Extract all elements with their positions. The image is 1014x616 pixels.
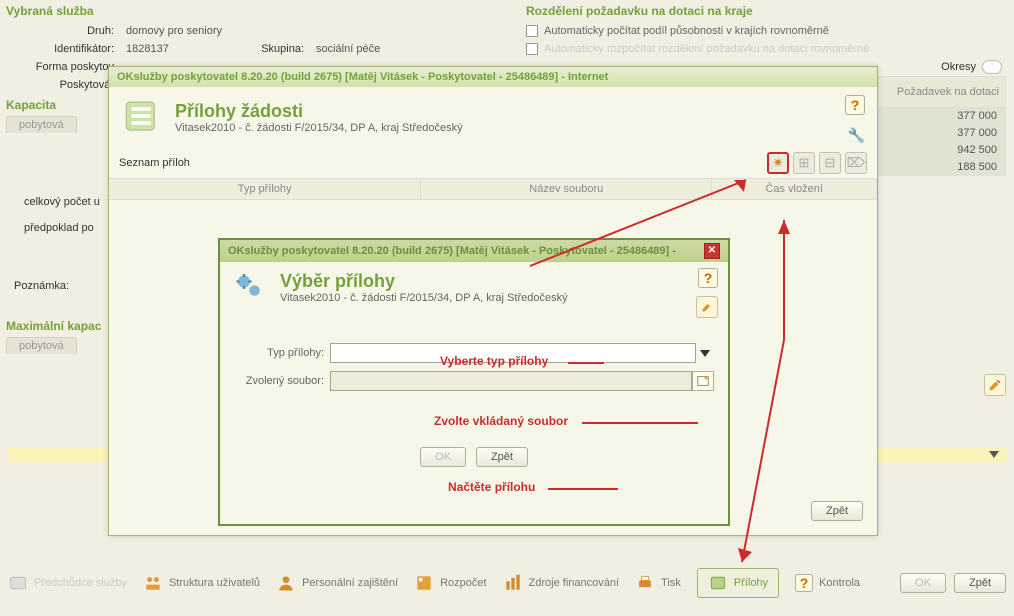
label-skupina: Skupina:	[210, 40, 310, 58]
kontrola-icon: ?	[795, 574, 813, 592]
toolbar-btn-2[interactable]: ⊞	[793, 152, 815, 174]
zvoleny-soubor-field	[330, 371, 692, 391]
help-icon[interactable]: ?	[845, 95, 865, 115]
label-zvoleny-soubor: Zvolený soubor:	[234, 375, 330, 387]
col-nazev-souboru: Název souboru	[421, 179, 712, 199]
attachments-grid-header: Typ přílohy Název souboru Čas vložení	[109, 178, 877, 200]
window1-title: OKslužby poskytovatel 8.20.20 (build 267…	[117, 71, 608, 83]
bb-label: Personální zajištění	[302, 577, 398, 589]
dialog-ok-button[interactable]: OK	[420, 447, 466, 467]
check-auto-rozpocitat[interactable]: Automaticky rozpočítat rozdělení požadav…	[520, 40, 1006, 58]
bb-personalni[interactable]: Personální zajištění	[276, 573, 398, 593]
footer-ok-button[interactable]: OK	[900, 573, 946, 593]
col-typ-prilohy: Typ přílohy	[109, 179, 421, 199]
bb-label: Kontrola	[819, 577, 860, 589]
window1-heading: Přílohy žádosti	[175, 101, 463, 122]
check-label-2: Automaticky rozpočítat rozdělení požadav…	[544, 43, 869, 55]
seznam-label: Seznam příloh	[119, 157, 190, 169]
tab-pobytova[interactable]: pobytová	[6, 116, 77, 133]
close-icon[interactable]: ✕	[704, 243, 720, 259]
bb-label: Tisk	[661, 577, 681, 589]
chevron-down-icon[interactable]	[696, 344, 714, 362]
zdroje-icon	[503, 573, 523, 593]
dialog-title: OKslužby poskytovatel 8.20.20 (build 267…	[228, 245, 676, 257]
col-cas-vlozeni: Čas vložení	[712, 179, 877, 199]
dialog-titlebar: OKslužby poskytovatel 8.20.20 (build 267…	[220, 240, 728, 262]
prilohy-icon	[708, 573, 728, 593]
window1-zpet-button[interactable]: Zpět	[811, 501, 863, 521]
checkbox-icon[interactable]	[526, 43, 538, 55]
help-icon[interactable]: ?	[698, 268, 718, 288]
bb-kontrola[interactable]: ? Kontrola	[795, 574, 860, 592]
rozpocet-icon	[414, 573, 434, 593]
bb-tisk[interactable]: Tisk	[635, 573, 681, 593]
label-typ-prilohy: Typ přílohy:	[234, 347, 330, 359]
dialog-zpet-button[interactable]: Zpět	[476, 447, 528, 467]
dialog-edit-button[interactable]	[696, 296, 718, 318]
bottom-toolbar: Předchůdce služby Struktura uživatelů Pe…	[0, 558, 1014, 608]
browse-file-button[interactable]	[692, 371, 714, 391]
predchudce-icon	[8, 573, 28, 593]
bb-predchudce[interactable]: Předchůdce služby	[8, 573, 127, 593]
edit-button[interactable]	[984, 374, 1006, 396]
bb-rozpocet[interactable]: Rozpočet	[414, 573, 486, 593]
new-attachment-button[interactable]: ✷	[767, 152, 789, 174]
dialog-subheading: Vitasek2010 - č. žádosti F/2015/34, DP A…	[280, 292, 568, 304]
tisk-icon	[635, 573, 655, 593]
label-forma: Forma poskytov	[0, 58, 120, 76]
bb-label: Zdroje financování	[529, 577, 620, 589]
wrench-icon[interactable]: 🔧	[848, 127, 865, 144]
dialog-heading: Výběr přílohy	[280, 271, 568, 292]
checkbox-icon[interactable]	[526, 25, 538, 37]
value-ident: 1828137	[120, 40, 210, 58]
window1-subheading: Vitasek2010 - č. žádosti F/2015/34, DP A…	[175, 122, 463, 134]
bb-struktura[interactable]: Struktura uživatelů	[143, 573, 260, 593]
footer-zpet-button[interactable]: Zpět	[954, 573, 1006, 593]
personalni-icon	[276, 573, 296, 593]
value-skupina: sociální péče	[310, 40, 386, 58]
tab-pobytova-2[interactable]: pobytová	[6, 337, 77, 354]
check-label-1: Automaticky počítat podíl působnosti v k…	[544, 25, 829, 37]
toolbar-btn-4[interactable]: ⌦	[845, 152, 867, 174]
bb-prilohy[interactable]: Přílohy	[697, 568, 779, 598]
label-poskytovar: Poskytovár	[0, 76, 120, 94]
struktura-icon	[143, 573, 163, 593]
window1-titlebar: OKslužby poskytovatel 8.20.20 (build 267…	[109, 67, 877, 87]
section-rozdeleni: Rozdělení požadavku na dotaci na kraje	[520, 0, 1006, 22]
label-druh: Druh:	[0, 22, 120, 40]
gears-icon	[232, 268, 268, 307]
value-druh: domovy pro seniory	[120, 22, 228, 40]
cloud-icon[interactable]	[982, 60, 1002, 74]
bb-label: Přílohy	[734, 577, 768, 589]
toolbar-btn-3[interactable]: ⊟	[819, 152, 841, 174]
bb-label: Předchůdce služby	[34, 577, 127, 589]
folder-icon	[121, 95, 163, 140]
dropdown-icon[interactable]	[986, 446, 1002, 465]
bb-label: Struktura uživatelů	[169, 577, 260, 589]
okresy-label: Okresy	[941, 61, 976, 73]
typ-prilohy-select[interactable]	[330, 343, 696, 363]
bb-label: Rozpočet	[440, 577, 486, 589]
label-ident: Identifikátor:	[0, 40, 120, 58]
bb-zdroje[interactable]: Zdroje financování	[503, 573, 620, 593]
section-vybrana: Vybraná služba	[0, 0, 520, 22]
check-auto-podil[interactable]: Automaticky počítat podíl působnosti v k…	[520, 22, 1006, 40]
